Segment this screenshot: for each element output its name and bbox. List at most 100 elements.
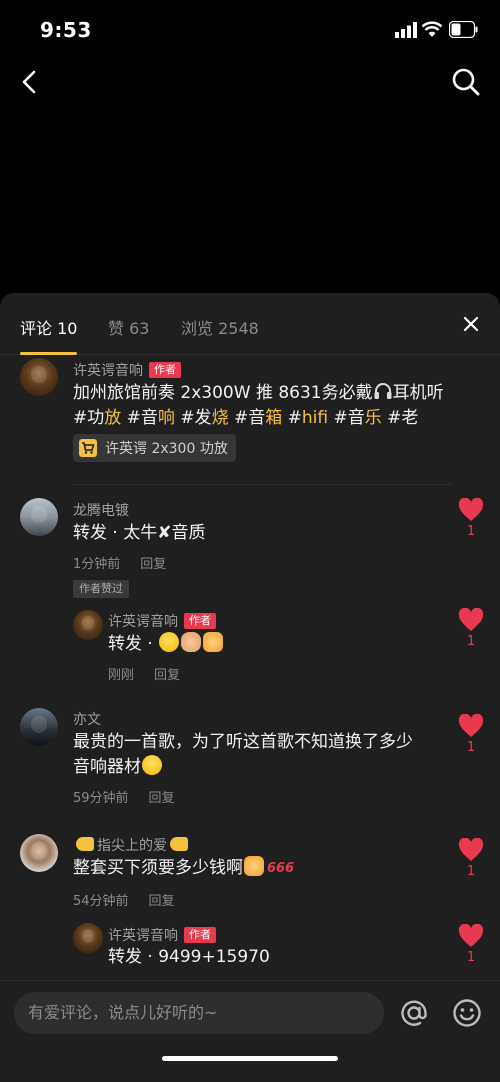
hashtag-part[interactable]: 箱 <box>265 408 282 428</box>
tab-active-indicator <box>20 352 77 355</box>
comment-list[interactable]: 许英谔音响 作者 加州旅馆前奏 2x300W 推 8631务必戴 耳机听#功放 #音… <box>0 356 500 980</box>
comment-time: 54分钟前 <box>73 894 129 909</box>
hashtag-part[interactable]: 烧 <box>212 408 229 428</box>
reply-button[interactable]: 回复 <box>140 557 166 572</box>
tab-comments[interactable]: 评论 10 <box>20 315 77 339</box>
tab-likes[interactable]: 赞 63 <box>108 315 149 339</box>
hashtag-part[interactable]: 响 <box>158 408 175 428</box>
post-author-name[interactable]: 许英谔音响 作者 <box>73 360 181 380</box>
reply-author-label: 许英谔音响 <box>108 928 178 944</box>
comment-time: 1分钟前 <box>73 557 121 572</box>
post-text: 加州旅馆前奏 2x300W 推 8631务必戴 耳机听#功放 #音响 #发烧 #音… <box>73 381 453 431</box>
grin-emoji-icon <box>159 632 180 652</box>
tab-bar: 评论 10 赞 63 浏览 2548 <box>0 293 500 355</box>
avatar[interactable] <box>20 708 58 746</box>
666-sticker: 666 <box>267 861 295 876</box>
like-button[interactable]: 1 <box>458 498 484 539</box>
product-label: 许英谔 2x300 功放 <box>105 441 228 457</box>
reply-button[interactable]: 回复 <box>149 791 175 806</box>
comment-author-name[interactable]: 亦文 <box>73 709 101 729</box>
avatar[interactable] <box>20 358 58 396</box>
heart-icon <box>458 838 484 861</box>
heart-icon <box>458 714 484 737</box>
like-count: 1 <box>466 740 476 755</box>
hashtag-part[interactable]: #老 <box>382 408 418 428</box>
wifi-icon <box>421 21 443 37</box>
laughing-emoji-icon <box>142 755 162 775</box>
reply-meta: 刚刚 回复 <box>108 664 180 683</box>
like-button[interactable]: 1 <box>458 714 484 755</box>
comment-item: 指尖上的爱 整套买下须要多少钱啊 666 54分钟前 回复 1 许英谔音响 作者 转发… <box>0 832 500 980</box>
like-count: 1 <box>466 524 476 539</box>
like-button[interactable]: 1 <box>458 838 484 879</box>
hashtag-part[interactable]: 乐 <box>365 408 382 428</box>
reply-button[interactable]: 回复 <box>149 894 175 909</box>
reply-author-name[interactable]: 许英谔音响 作者 <box>108 925 216 945</box>
hashtag-part[interactable]: 放 <box>104 408 121 428</box>
comment-time: 59分钟前 <box>73 791 129 806</box>
tab-views[interactable]: 浏览 2548 <box>181 315 259 339</box>
like-count: 1 <box>466 864 476 879</box>
like-count: 1 <box>466 950 476 965</box>
reply-text: 转发 · 9499+15970 <box>108 947 270 967</box>
author-badge: 作者 <box>184 927 216 943</box>
search-icon[interactable] <box>450 66 482 98</box>
comment-meta: 1分钟前 回复 <box>73 553 166 572</box>
like-button[interactable]: 1 <box>458 608 484 649</box>
comment-author-name[interactable]: 龙腾电镀 <box>73 500 129 520</box>
status-bar: 9:53 <box>0 0 500 60</box>
like-count: 1 <box>466 634 476 649</box>
hashtag-part[interactable]: # <box>282 408 302 428</box>
heart-icon <box>458 924 484 947</box>
hashtag-part[interactable]: hifi <box>302 408 328 428</box>
author-liked-badge: 作者赞过 <box>73 580 129 598</box>
heart-icon <box>458 498 484 521</box>
reply-text-main: 转发 · <box>108 634 159 654</box>
comment-author-name[interactable]: 指尖上的爱 <box>73 835 191 855</box>
comment-meta: 54分钟前 回复 <box>73 890 175 909</box>
post-author-label: 许英谔音响 <box>73 363 143 379</box>
comment-author-label: 指尖上的爱 <box>97 838 167 854</box>
hashtag-part[interactable]: #发 <box>175 408 211 428</box>
reply-author-name[interactable]: 许英谔音响 作者 <box>108 611 216 631</box>
reply-button[interactable]: 回复 <box>154 668 180 683</box>
emoji-icon[interactable] <box>451 997 483 1029</box>
heart-icon <box>458 608 484 631</box>
avatar[interactable] <box>20 498 58 536</box>
comment-input-bar: 有爱评论，说点儿好听的~ <box>0 980 500 1082</box>
avatar[interactable] <box>73 923 103 953</box>
hashtag-part[interactable]: #音 <box>229 408 265 428</box>
reply-text: 转发 · <box>108 632 438 657</box>
like-button[interactable]: 1 <box>458 924 484 965</box>
product-link[interactable]: 许英谔 2x300 功放 <box>73 434 236 462</box>
hashtag-part[interactable]: #音 <box>127 408 158 428</box>
signal-icon <box>395 22 417 38</box>
avatar[interactable] <box>73 610 103 640</box>
top-nav <box>0 60 500 104</box>
status-time: 9:53 <box>40 18 92 42</box>
comment-item: 亦文 最贵的一首歌，为了听这首歌不知道换了多少 音响器材 59分钟前 回复 1 <box>0 706 500 816</box>
divider <box>73 484 452 485</box>
hashtag-part[interactable]: #音 <box>328 408 364 428</box>
avatar[interactable] <box>20 834 58 872</box>
comment-text: 最贵的一首歌，为了听这首歌不知道换了多少 音响器材 <box>73 730 453 780</box>
pointing-hand-icon <box>76 837 94 851</box>
author-badge: 作者 <box>184 613 216 629</box>
post-text-main: 加州旅馆前奏 2x300W 推 8631务必戴 <box>73 383 373 403</box>
pointing-hand-icon <box>170 837 188 851</box>
comment-text: 转发 · 太牛✘音质 <box>73 523 206 543</box>
clap-emoji-icon <box>181 632 202 652</box>
back-icon[interactable] <box>16 68 44 96</box>
close-icon[interactable] <box>462 315 480 333</box>
reply-time: 刚刚 <box>108 668 135 683</box>
comment-input[interactable]: 有爱评论，说点儿好听的~ <box>14 992 384 1034</box>
cart-icon <box>79 439 97 457</box>
comments-sheet: 评论 10 赞 63 浏览 2548 许英谔音响 作者 加州旅馆前奏 2x300W… <box>0 293 500 1082</box>
post-caption: 许英谔音响 作者 加州旅馆前奏 2x300W 推 8631务必戴 耳机听#功放 #音… <box>0 356 500 486</box>
mention-icon[interactable] <box>398 997 430 1029</box>
comment-text-line: 音响器材 <box>73 757 141 777</box>
battery-icon <box>449 21 478 38</box>
reply-author-label: 许英谔音响 <box>108 614 178 630</box>
author-badge: 作者 <box>149 362 181 378</box>
comment-text-main: 整套买下须要多少钱啊 <box>73 858 243 878</box>
